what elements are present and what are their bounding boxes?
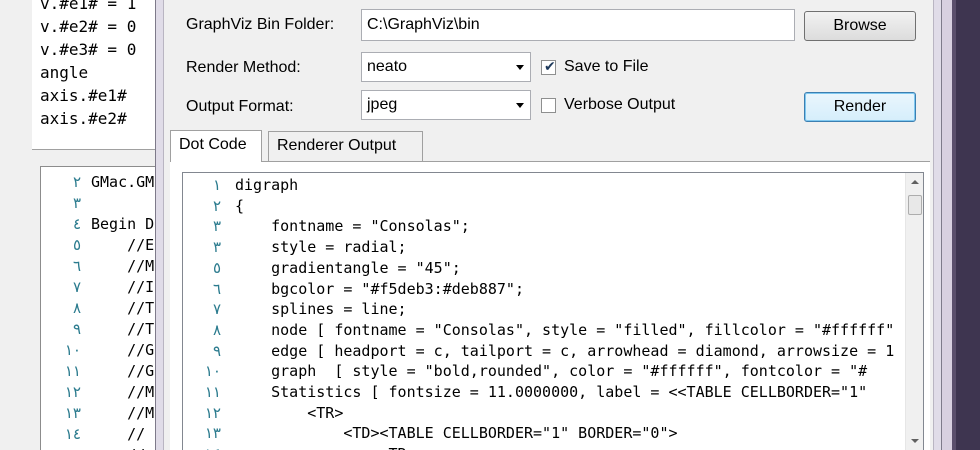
line-number: ٦: [72, 257, 81, 275]
code-line: //G: [91, 341, 155, 359]
verbose-output-checkbox[interactable]: [541, 98, 556, 113]
code-line: //: [91, 425, 146, 443]
code-line: //M: [91, 404, 155, 422]
variable-list-item[interactable]: v.#e1# = 1: [40, 0, 136, 15]
variable-list-item[interactable]: v.#e2# = 0: [40, 15, 136, 38]
code-line: bgcolor = "#f5deb3:#deb887";: [235, 279, 524, 298]
code-line: //T: [91, 320, 155, 338]
line-number: ١٤: [64, 425, 81, 443]
code-line: Statistics [ fontsize = 11.0000000, labe…: [235, 383, 868, 401]
code-line: //T: [91, 299, 155, 317]
code-line: //I: [91, 278, 155, 296]
graphviz-dialog: GraphViz Bin Folder: C:\GraphViz\bin Bro…: [155, 0, 942, 450]
arrow-up-icon: [911, 180, 919, 184]
line-number: ٦: [212, 279, 221, 298]
vertical-scrollbar[interactable]: [905, 173, 923, 450]
line-number: ٢: [72, 173, 81, 191]
output-format-value: jpeg: [367, 96, 398, 113]
line-number: ١٢: [204, 403, 221, 422]
line-number: ٢: [212, 196, 221, 215]
line-number: ١٠: [64, 341, 81, 359]
code-line: graph [ style = "bold,rounded", color = …: [235, 362, 868, 381]
line-number: ٣: [72, 194, 81, 212]
code-line: edge [ headport = c, tailport = c, arrow…: [235, 341, 895, 360]
line-number: ٣: [212, 238, 221, 257]
code-line: //M: [91, 383, 155, 401]
code-line: gradientangle = "45";: [235, 258, 461, 277]
code-line: <TR>: [235, 403, 344, 422]
variable-list-item[interactable]: angle: [40, 61, 88, 84]
variable-list-item[interactable]: axis.#e1#: [40, 84, 127, 107]
line-number: ٣: [212, 217, 221, 236]
code-line: {: [235, 196, 245, 215]
render-method-select[interactable]: neato: [361, 52, 531, 82]
code-line: <TD><TABLE CELLBORDER="1" BORDER="0">: [235, 424, 678, 443]
save-to-file-checkbox[interactable]: ✔: [541, 58, 556, 75]
line-number: ٥: [212, 258, 221, 277]
code-line: digraph: [235, 176, 299, 194]
line-number: ١٣: [64, 404, 81, 422]
output-format-label: Output Format:: [186, 98, 294, 115]
line-number: ٩: [72, 320, 81, 338]
dot-code-editor[interactable]: ١ digraph ٢ {٣ fontname = "Consolas"; ٣ styl…: [182, 172, 924, 450]
code-line: Begin D: [91, 215, 155, 233]
verbose-output-label: Verbose Output: [564, 96, 676, 113]
variable-list-item[interactable]: v.#e3# = 0: [40, 38, 136, 61]
line-number: ١٤: [183, 444, 221, 450]
tab-renderer-output[interactable]: Renderer Output: [268, 131, 423, 161]
save-to-file-label: Save to File: [564, 58, 649, 75]
variable-list-item[interactable]: axis.#e2#: [40, 107, 127, 130]
line-number: ١٠: [204, 362, 221, 381]
chevron-down-icon: [516, 65, 524, 70]
code-line: //G: [91, 362, 155, 380]
line-number: ٤: [72, 215, 81, 233]
code-line: fontname = "Consolas";: [235, 217, 470, 236]
code-line: splines = line;: [235, 300, 407, 319]
code-line: node [ fontname = "Consolas", style = "f…: [235, 320, 895, 339]
code-line: //: [91, 445, 145, 450]
tab-dot-code[interactable]: Dot Code: [170, 130, 262, 162]
background-window-edge: [942, 0, 980, 450]
line-number: ٧: [72, 278, 81, 296]
scroll-down-button[interactable]: [906, 433, 924, 450]
code-line: //E: [91, 236, 155, 254]
line-number: ١: [212, 176, 221, 194]
line-number: ٧: [212, 300, 221, 319]
graphviz-bin-folder-label: GraphViz Bin Folder:: [186, 16, 335, 33]
line-number: ٨: [72, 299, 81, 317]
scroll-up-button[interactable]: [906, 173, 924, 191]
render-method-label: Render Method:: [186, 59, 301, 76]
graphviz-bin-folder-input[interactable]: C:\GraphViz\bin: [361, 9, 795, 41]
line-number: ١١: [204, 383, 221, 401]
line-number: ٩: [212, 341, 221, 360]
code-line: GMac.GM: [91, 173, 155, 191]
background-variable-list: v.#e1# = 1 v.#e2# = 0 v.#e3# = 0 angle axis.…: [32, 0, 162, 150]
checkmark-icon: ✔: [544, 58, 556, 74]
output-format-select[interactable]: jpeg: [361, 90, 531, 120]
render-method-value: neato: [367, 58, 408, 75]
render-button[interactable]: Render: [804, 92, 916, 122]
dot-code-panel: ١ digraph ٢ {٣ fontname = "Consolas"; ٣ styl…: [170, 161, 930, 450]
browse-button[interactable]: Browse: [804, 11, 916, 41]
code-line: //M: [91, 257, 155, 275]
chevron-down-icon: [516, 103, 524, 108]
line-number: ٨: [212, 320, 221, 339]
window-edge-highlight: [942, 0, 952, 450]
scroll-thumb[interactable]: [908, 195, 922, 215]
code-line: <TR>: [235, 444, 907, 450]
line-number: ١١: [64, 362, 81, 380]
background-code-editor: ٢ GMac.GM ٣ ٤ Begin D ٥ //E ٦ //M ٧ //I ٨ //T ٩ /…: [40, 166, 170, 450]
code-line: style = radial;: [235, 238, 407, 257]
line-number: ٥: [72, 236, 81, 254]
line-number: ١٣: [204, 424, 221, 443]
line-number: ١٢: [64, 383, 81, 401]
dialog-client-area: GraphViz Bin Folder: C:\GraphViz\bin Bro…: [163, 0, 934, 450]
line-number: ١٥: [41, 445, 81, 450]
window-edge-shadow: [956, 0, 980, 450]
arrow-down-icon: [911, 439, 919, 443]
